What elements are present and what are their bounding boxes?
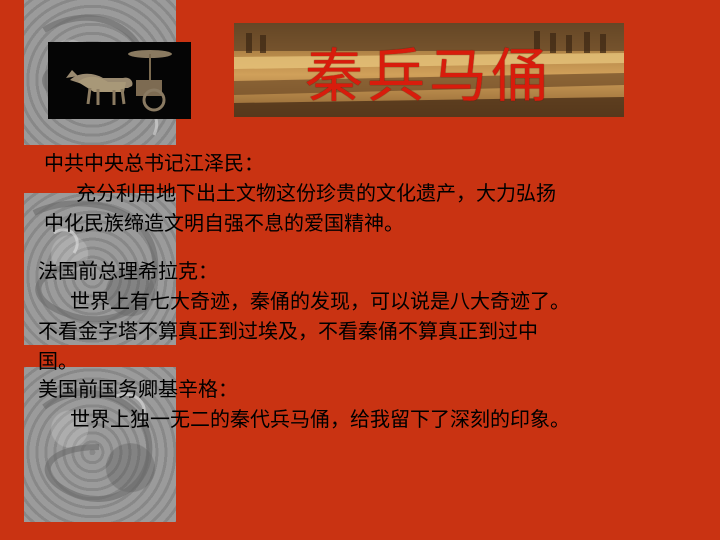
quote-line: 不看金字塔不算真正到过埃及，不看秦俑不算真正到过中	[38, 319, 538, 343]
speaker-jiang-zemin: 中共中央总书记江泽民：	[44, 151, 264, 175]
quote-line: 中化民族缔造文明自强不息的爱国精神。	[44, 211, 404, 235]
quote-line: 充分利用地下出土文物这份珍贵的文化遗产，大力弘扬	[76, 181, 556, 205]
quote-line: 世界上独一无二的秦代兵马俑，给我留下了深刻的印象。	[70, 407, 570, 431]
quote-line: 世界上有七大奇迹，秦俑的发现，可以说是八大奇迹了。	[70, 289, 570, 313]
quote-line: 国。	[38, 349, 78, 373]
bronze-chariot-photo	[48, 42, 191, 119]
speaker-kissinger: 美国前国务卿基辛格：	[38, 377, 238, 401]
slide: 秦兵马俑 中共中央总书记江泽民： 充分利用地下出土文物这份珍贵的文化遗产，大力弘…	[0, 0, 720, 540]
chariot-icon	[48, 42, 191, 119]
slide-title: 秦兵马俑	[304, 42, 553, 110]
speaker-chirac: 法国前总理希拉克：	[38, 259, 218, 283]
